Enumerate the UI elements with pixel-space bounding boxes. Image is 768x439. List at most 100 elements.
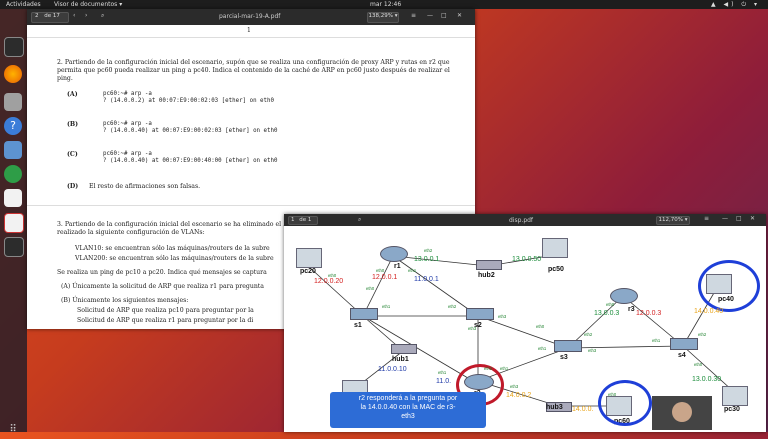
caption-line-2: la 14.0.0.40 con la MAC de r3- bbox=[360, 404, 456, 411]
page-total: de 17 bbox=[44, 13, 60, 19]
ip-r3-a: 13.0.0.3 bbox=[594, 310, 620, 317]
iface-label: eth0 bbox=[694, 362, 703, 367]
iface-label: eth2 bbox=[448, 304, 457, 309]
iface-label: eth2 bbox=[584, 332, 593, 337]
s2-switch-icon bbox=[466, 308, 494, 320]
page-selector-2[interactable]: 1 de 1 bbox=[288, 216, 318, 225]
s1-switch-icon bbox=[350, 308, 378, 320]
iface-label: eth3 bbox=[588, 348, 597, 353]
q3-option-b-sub1: Solicitud de ARP que realiza pc10 para p… bbox=[77, 307, 254, 314]
iface-label: eth2 bbox=[698, 332, 707, 337]
document-title-2: disp.pdf bbox=[509, 217, 534, 224]
iface-label: eth0 bbox=[366, 286, 375, 291]
option-b-line1: pc60:~# arp -a bbox=[103, 121, 152, 127]
pc30-label: pc30 bbox=[724, 406, 740, 413]
ip-pc40: 14.0.0.40 bbox=[694, 308, 724, 315]
minimize-icon[interactable]: — bbox=[427, 12, 433, 19]
close-icon-2[interactable]: ✕ bbox=[750, 215, 755, 222]
ip-r1-top: 13.0.0.1 bbox=[414, 256, 440, 263]
activities-button[interactable]: Actividades bbox=[6, 0, 41, 9]
page-current[interactable]: 2 bbox=[35, 13, 39, 19]
ip-r3-b: 12.0.0.3 bbox=[636, 310, 662, 317]
ip-r2-a: 11.0. bbox=[436, 378, 452, 385]
vlan200-bullet: VLAN200: se encuentran sólo las máquinas… bbox=[75, 255, 274, 262]
zoom-selector-2[interactable]: 112,70% ▾ bbox=[656, 216, 690, 225]
zoom-selector[interactable]: 138,29% ▾ bbox=[367, 12, 399, 23]
s1-label: s1 bbox=[354, 322, 362, 329]
page-selector[interactable]: 2 de 17 bbox=[31, 12, 69, 23]
docviewer-icon[interactable] bbox=[4, 213, 24, 233]
maximize-icon-2[interactable]: □ bbox=[736, 215, 742, 222]
caption-line-1: r2 responderá a la pregunta por bbox=[358, 395, 458, 402]
files-icon[interactable] bbox=[4, 93, 22, 111]
pc60-highlight-circle bbox=[598, 380, 652, 426]
ip-pc50: 13.0.0.50 bbox=[512, 256, 542, 263]
iface-label: eth2 bbox=[484, 366, 493, 371]
next-page-icon[interactable]: › bbox=[85, 12, 87, 19]
hub1-hub-icon bbox=[391, 344, 417, 354]
caption-line-3: eth3 bbox=[401, 413, 415, 420]
help-icon[interactable]: ? bbox=[4, 117, 22, 135]
question-3-text: 3. Partiendo de la configuración inicial… bbox=[57, 221, 290, 236]
minimize-icon-2[interactable]: — bbox=[722, 215, 728, 222]
dock: ? ⠿ bbox=[0, 9, 27, 435]
page-divider bbox=[27, 37, 475, 38]
iface-label: eth1 bbox=[382, 304, 391, 309]
iface-label: eth1 bbox=[652, 338, 661, 343]
settings-icon[interactable] bbox=[4, 141, 22, 159]
menu-icon[interactable]: ≡ bbox=[411, 12, 416, 19]
iface-label: eth1 bbox=[408, 268, 417, 273]
ip-pc30: 13.0.0.30 bbox=[692, 376, 722, 383]
hub2-hub-icon bbox=[476, 260, 502, 270]
q3-option-b-sub2: Solicitud de ARP que realiza r1 para pre… bbox=[77, 317, 254, 324]
prev-page-icon[interactable]: ‹ bbox=[73, 12, 75, 19]
search-icon[interactable]: ⌕ bbox=[101, 12, 104, 20]
ip-pc20: 12.0.0.20 bbox=[314, 278, 344, 285]
clock[interactable]: mar 12:46 bbox=[370, 0, 401, 9]
terminal2-icon[interactable] bbox=[4, 237, 24, 257]
option-c-line1: pc60:~# arp -a bbox=[103, 151, 152, 157]
iface-label: eth3 bbox=[510, 384, 519, 389]
iface-label: eth3 bbox=[498, 314, 507, 319]
q3-option-a: (A) Únicamente la solicitud de ARP que r… bbox=[61, 283, 264, 290]
page-current-2[interactable]: 1 bbox=[291, 217, 295, 223]
firefox-icon[interactable] bbox=[4, 65, 22, 83]
option-d-text: El resto de afirmaciones son falsas. bbox=[89, 183, 201, 190]
document-title: parcial-mar-19-A.pdf bbox=[219, 13, 281, 20]
top-bar: Actividades Visor de documentos ▾ mar 12… bbox=[0, 0, 768, 9]
page-number: 1 bbox=[247, 27, 251, 34]
pc20-label: pc20 bbox=[300, 268, 316, 275]
menu-icon-2[interactable]: ≡ bbox=[704, 215, 709, 222]
option-a-line1: pc60:~# arp -a bbox=[103, 91, 152, 97]
question-2-text: 2. Partiendo de la configuración inicial… bbox=[57, 59, 450, 82]
app-menu[interactable]: Visor de documentos ▾ bbox=[54, 0, 122, 9]
option-b-line2: ? (14.0.0.40) at 00:07:E9:00:02:03 [ethe… bbox=[103, 128, 278, 134]
pc20-computer-icon bbox=[296, 248, 322, 268]
page-total-2: de 1 bbox=[299, 217, 312, 223]
iface-label: eth1 bbox=[438, 370, 447, 375]
vlan10-bullet: VLAN10: se encuentran sólo las máquinas/… bbox=[75, 245, 270, 252]
pc50-computer-icon bbox=[542, 238, 568, 258]
updates-icon[interactable] bbox=[4, 165, 22, 183]
terminal-icon[interactable] bbox=[4, 37, 24, 57]
close-icon[interactable]: ✕ bbox=[457, 12, 462, 19]
webcam-person bbox=[672, 402, 692, 422]
iface-label: eth1 bbox=[500, 366, 509, 371]
r1-router-icon bbox=[380, 246, 408, 262]
viewer-header: 2 de 17 ‹ › ⌕ parcial-mar-19-A.pdf 138,2… bbox=[27, 9, 475, 25]
pc30-computer-icon bbox=[722, 386, 748, 406]
apps-grid-icon[interactable]: ⠿ bbox=[4, 421, 22, 439]
ip-r1-left: 12.0.0.1 bbox=[372, 274, 398, 281]
iface-label: eth0 bbox=[606, 302, 615, 307]
maximize-icon[interactable]: □ bbox=[441, 12, 447, 19]
iface-label: eth0 bbox=[536, 324, 545, 329]
s4-label: s4 bbox=[678, 352, 686, 359]
texteditor-icon[interactable] bbox=[4, 189, 22, 207]
s3-label: s3 bbox=[560, 354, 568, 361]
search-icon-2[interactable]: ⌕ bbox=[358, 216, 361, 224]
system-tray[interactable]: ▲ ◀) ⏻ ▾ bbox=[711, 0, 760, 9]
network-diagram: pc20 r1 hub2 pc50 pc40 s1 s2 r3 hub1 s3 … bbox=[288, 226, 762, 426]
ip-r2-b: 14.0.0.2 bbox=[506, 392, 532, 399]
r3-router-icon bbox=[610, 288, 638, 304]
diagram-viewer-header: 1 de 1 ⌕ disp.pdf 112,70% ▾ ≡ — □ ✕ bbox=[284, 214, 766, 226]
